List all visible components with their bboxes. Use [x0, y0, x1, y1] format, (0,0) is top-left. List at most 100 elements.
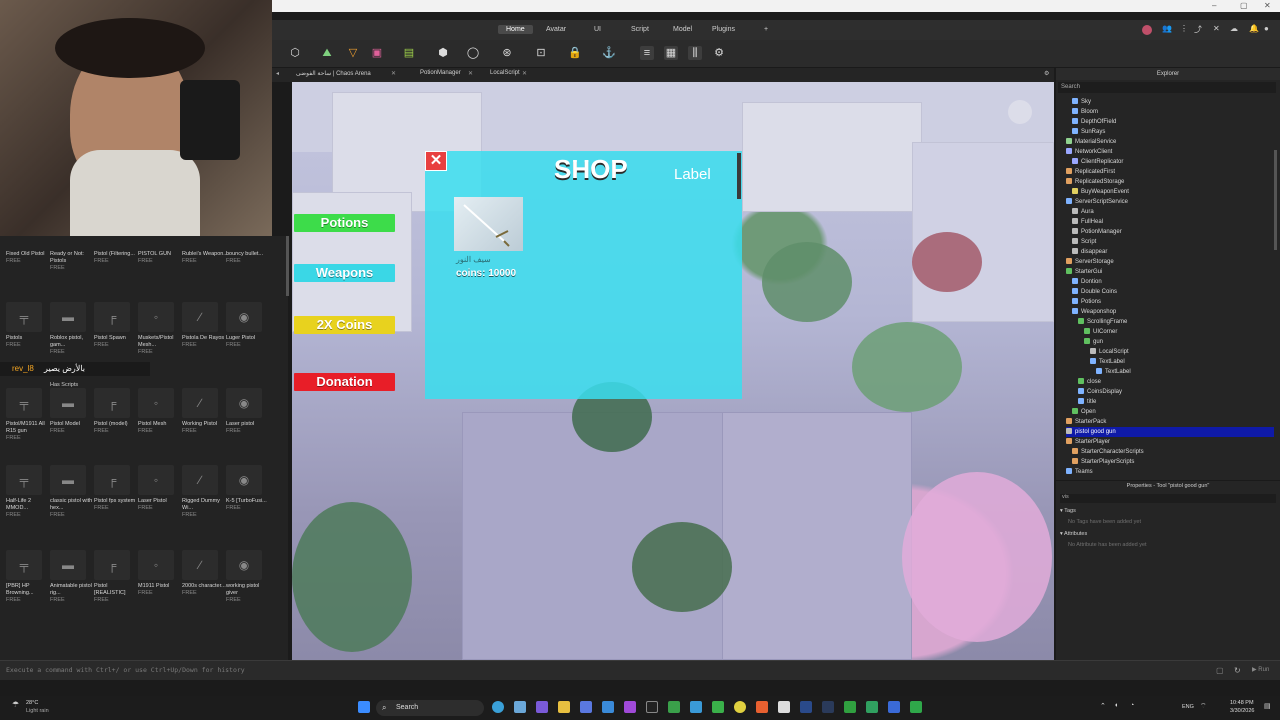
explorer-item[interactable]: SunRays [1072, 127, 1274, 137]
brave-icon[interactable] [756, 701, 768, 713]
tab-add[interactable]: + [756, 25, 776, 34]
tab-script[interactable]: Script [623, 25, 657, 34]
start-icon[interactable] [358, 701, 370, 713]
toolbox-item[interactable]: ◦PISTOL GUNFREE [138, 251, 184, 265]
edge-icon[interactable] [492, 701, 504, 713]
toolbox-item[interactable]: ╤Fixed Old PistolFREE [6, 251, 52, 265]
explorer-item[interactable]: StarterPlayerScripts [1072, 457, 1274, 467]
close-tab-icon[interactable]: ✕ [391, 70, 396, 77]
explorer-item[interactable]: NetworkClient [1066, 147, 1274, 157]
explorer-item[interactable]: UICorner [1084, 327, 1274, 337]
explorer-item[interactable]: Teams [1066, 467, 1274, 477]
steam-icon[interactable] [822, 701, 834, 713]
weapons-button[interactable]: Weapons [294, 264, 395, 282]
weather-icon[interactable]: ☂ [12, 700, 19, 709]
shop-close-button[interactable]: ✕ [425, 151, 447, 171]
tab-localscript[interactable]: LocalScript [490, 70, 520, 76]
ui-frame-icon[interactable]: ▣ [370, 46, 384, 60]
cloud-icon[interactable]: ☁ [1230, 24, 1238, 33]
toolbox-item[interactable]: ╒ Pistol (model) FREE [94, 388, 140, 435]
avatar[interactable] [1142, 25, 1152, 35]
tab-avatar[interactable]: Avatar [538, 25, 574, 34]
toolbox-item[interactable]: ◦ Laser Pistol FREE [138, 465, 184, 512]
explorer-item[interactable]: ReplicatedStorage [1066, 177, 1274, 187]
app-icon[interactable] [536, 701, 548, 713]
terrain-icon[interactable]: ⛰ [320, 46, 334, 60]
view-cube-icon[interactable] [1008, 100, 1032, 124]
minimize-icon[interactable]: – [1212, 1, 1216, 10]
part-icon[interactable]: ⬡ [288, 46, 302, 60]
explorer-item[interactable]: TextLabel [1090, 357, 1274, 367]
settings-icon[interactable]: ⚙ [712, 46, 726, 60]
network-icon[interactable]: ◔ [1130, 702, 1134, 709]
toolbox-scrollbar[interactable] [286, 236, 289, 296]
app-icon[interactable] [888, 701, 900, 713]
tab-home[interactable]: Home [498, 25, 533, 34]
explorer-item[interactable]: ScrollingFrame [1078, 317, 1274, 327]
explorer-item[interactable]: Bloom [1072, 107, 1274, 117]
tab-place[interactable]: ساحة الفوضى | Chaos Arena [296, 70, 371, 77]
toolbox-item[interactable]: ◦ Muskets/Pistol Mesh... FREE [138, 302, 184, 356]
app-icon[interactable] [844, 701, 856, 713]
shop-scrollbar[interactable] [737, 153, 741, 199]
select-icon[interactable]: ◯ [466, 46, 480, 60]
potions-button[interactable]: Potions [294, 214, 395, 232]
roblox-studio-icon[interactable] [778, 701, 790, 713]
file-explorer-icon[interactable] [558, 701, 570, 713]
explorer-item[interactable]: CoinsDisplay [1078, 387, 1274, 397]
people-icon[interactable]: 👥 [1162, 24, 1172, 33]
explorer-item[interactable]: Weaponshop [1072, 307, 1274, 317]
dots-icon[interactable]: ⋮ [1180, 24, 1188, 33]
app-icon[interactable] [712, 701, 724, 713]
explorer-item[interactable]: ReplicatedFirst [1066, 167, 1274, 177]
wifi-icon[interactable]: ⌔ [1200, 702, 1207, 711]
app-icon[interactable] [602, 701, 614, 713]
run-icon[interactable]: ▶ Run [1252, 666, 1269, 673]
toolbox-item[interactable]: ▬ Roblox pistol, gam... FREE [50, 302, 96, 356]
explorer-item[interactable]: StarterGui [1066, 267, 1274, 277]
viewport-settings-icon[interactable]: ⚙ [1044, 70, 1049, 77]
properties-filter-input[interactable]: vis [1060, 494, 1276, 503]
history-icon[interactable]: ↻ [1234, 666, 1241, 675]
explorer-item[interactable]: Sky [1072, 97, 1274, 107]
app-icon[interactable] [624, 701, 636, 713]
chrome-icon[interactable] [734, 701, 746, 713]
toolbox-item[interactable]: ╤ Pistol/M1911 All R15 gun FREE [6, 388, 52, 442]
telegram-icon[interactable] [690, 701, 702, 713]
explorer-item[interactable]: Open [1072, 407, 1274, 417]
toolbox-item[interactable]: ∕ 2000s character... FREE [182, 550, 228, 597]
app-icon[interactable] [866, 701, 878, 713]
explorer-item[interactable]: PotionManager [1072, 227, 1274, 237]
share-icon[interactable]: ⤴ [1194, 24, 1202, 35]
tray-chevron-icon[interactable]: ⌃ [1100, 702, 1106, 710]
sliders-icon[interactable]: ⫼ [688, 46, 702, 60]
app-icon[interactable] [580, 701, 592, 713]
toolbox-item[interactable]: ◉ Luger Pistol FREE [226, 302, 272, 349]
toolbox-item[interactable]: ╒ Pistol Spawn FREE [94, 302, 140, 349]
bookmark-icon[interactable]: ▢ [1216, 666, 1224, 675]
toolbox-item[interactable]: ╤ Half-Life 2 MMOD... FREE [6, 465, 52, 519]
command-input[interactable]: Execute a command with Ctrl+/ or use Ctr… [6, 666, 245, 674]
app-icon[interactable] [910, 701, 922, 713]
app-icon[interactable] [800, 701, 812, 713]
move-icon[interactable]: ⊡ [534, 46, 548, 60]
taskbar-search[interactable]: ⌕ Search [376, 700, 484, 716]
toolbox-item[interactable]: ╤ Pistols FREE [6, 302, 52, 349]
toolbox-item[interactable]: ▬ Animatable pistol rig... FREE [50, 550, 96, 604]
toolbox-item[interactable]: ◉bouncy bullet...FREE [226, 251, 272, 265]
clock-time[interactable]: 10:48 PM [1230, 700, 1254, 706]
explorer-item[interactable]: StarterPack [1066, 417, 1274, 427]
toolbox-item[interactable]: ◉ Laser pistol FREE [226, 388, 272, 435]
explorer-item[interactable]: DepthOfField [1072, 117, 1274, 127]
toolbox-item[interactable]: ∕ Rigged Dummy Wi... FREE [182, 465, 228, 519]
explorer-item[interactable]: StarterCharacterScripts [1072, 447, 1274, 457]
clock-date[interactable]: 3/30/2026 [1230, 708, 1254, 714]
double-coins-button[interactable]: 2X Coins [294, 316, 395, 334]
toolbox-item[interactable]: ◦ Pistol Mesh FREE [138, 388, 184, 435]
toolbox-item[interactable]: ▬ classic pistol with hex... FREE [50, 465, 96, 519]
toolbox-item[interactable]: ╒ Pistol fps system FREE [94, 465, 140, 512]
tools-icon[interactable]: ✕ [1213, 24, 1220, 33]
xbox-icon[interactable] [668, 701, 680, 713]
language-indicator[interactable]: ENG [1182, 704, 1194, 710]
explorer-item[interactable]: close [1078, 377, 1274, 387]
